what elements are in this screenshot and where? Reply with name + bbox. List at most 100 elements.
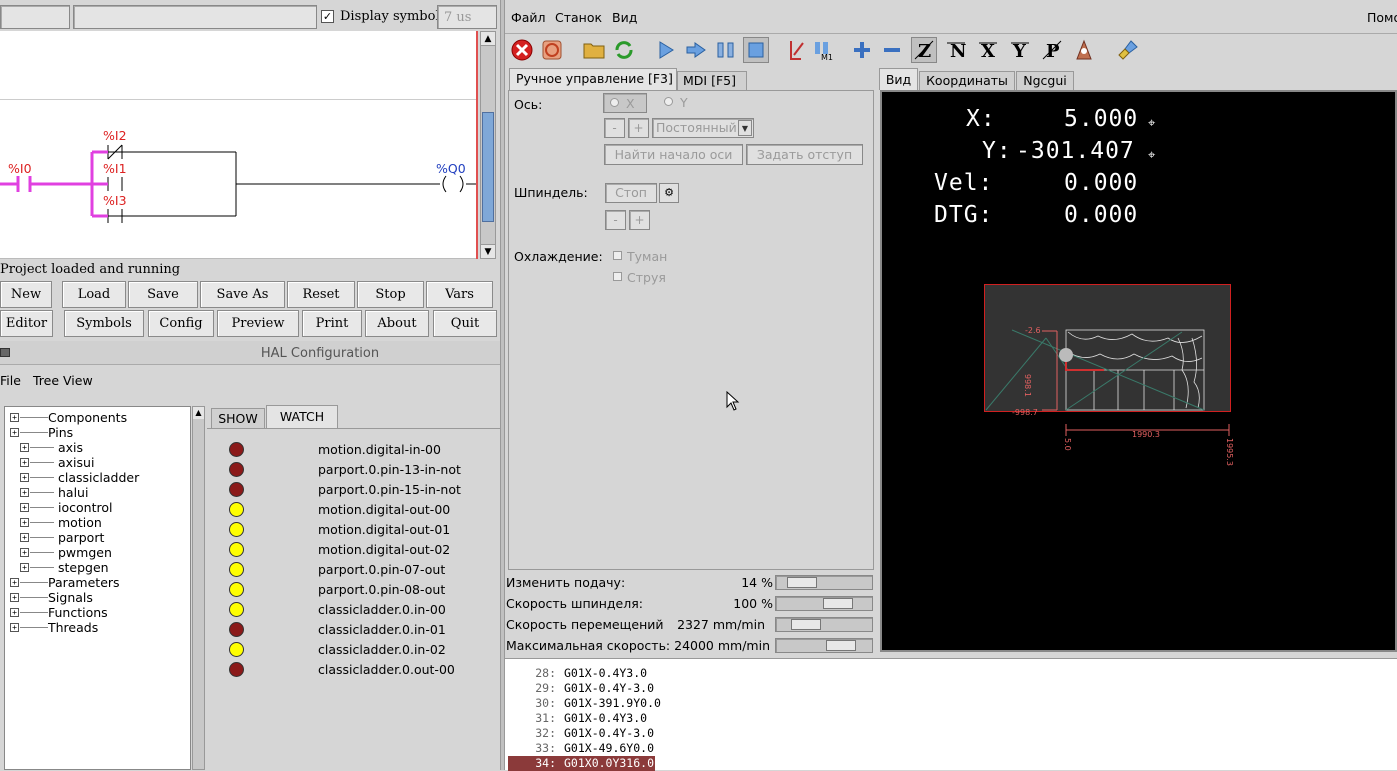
ladder-button-quit[interactable]: Quit xyxy=(433,310,497,337)
ladder-button-about[interactable]: About xyxy=(365,310,429,337)
step-icon[interactable] xyxy=(683,37,709,63)
tree-item-signals[interactable]: Signals xyxy=(48,590,93,605)
spindle-plus-button[interactable]: + xyxy=(629,210,650,230)
touch-off-button[interactable]: Задать отступ xyxy=(746,144,863,165)
scroll-up-icon[interactable]: ▲ xyxy=(481,32,495,46)
tab-preview[interactable]: Вид xyxy=(879,68,918,90)
expand-icon[interactable]: + xyxy=(10,578,19,587)
reload-icon[interactable] xyxy=(611,37,637,63)
gcode-line[interactable]: 31: G01X-0.4Y3.0 xyxy=(508,711,1397,726)
ladder-button-reset[interactable]: Reset xyxy=(287,281,355,308)
spindle-brake-icon[interactable]: ⚙ xyxy=(659,183,679,203)
run-icon[interactable] xyxy=(653,37,679,63)
axis-radio-x[interactable]: X xyxy=(603,93,647,113)
ladder-button-preview[interactable]: Preview xyxy=(217,310,299,337)
zoom-in-icon[interactable] xyxy=(849,37,875,63)
estop-icon[interactable] xyxy=(509,37,535,63)
radio-icon[interactable] xyxy=(664,97,673,106)
override-slider[interactable] xyxy=(775,638,873,653)
scroll-down-icon[interactable]: ▼ xyxy=(481,244,495,258)
expand-icon[interactable]: + xyxy=(10,608,19,617)
scroll-up-icon[interactable]: ▲ xyxy=(193,407,204,419)
slider-knob[interactable] xyxy=(791,619,821,630)
gcode-line[interactable]: 29: G01X-0.4Y-3.0 xyxy=(508,681,1397,696)
checkbox-mist[interactable] xyxy=(613,251,622,260)
tab-show[interactable]: SHOW xyxy=(211,408,265,428)
jog-minus-button[interactable]: - xyxy=(604,118,625,138)
slider-knob[interactable] xyxy=(787,577,817,588)
rotate-view-icon[interactable] xyxy=(1071,37,1097,63)
ladder-button-save-as[interactable]: Save As xyxy=(200,281,285,308)
spindle-stop-button[interactable]: Стоп xyxy=(605,183,657,203)
tree-item-stepgen[interactable]: stepgen xyxy=(58,560,109,575)
hal-tree-scrollbar[interactable]: ▲ xyxy=(192,406,205,770)
view-p-icon[interactable]: P xyxy=(1039,37,1065,63)
tab-ngcgui[interactable]: Ngcgui xyxy=(1016,71,1074,90)
tree-item-pins[interactable]: Pins xyxy=(48,425,73,440)
preview-canvas[interactable]: X: 5.000 Y: -301.407 Vel: 0.000 DTG: 0.0… xyxy=(880,90,1397,652)
menu-machine[interactable]: Станок xyxy=(555,10,602,25)
gcode-line[interactable]: 30: G01X-391.9Y0.0 xyxy=(508,696,1397,711)
expand-icon[interactable]: + xyxy=(20,443,29,452)
ladder-scrollbar[interactable]: ▲ ▼ xyxy=(480,31,496,259)
view-y-icon[interactable]: Y xyxy=(1007,37,1033,63)
ladder-canvas[interactable]: %I2 %I1 %I3 %I0 %Q0 xyxy=(0,31,478,259)
expand-icon[interactable]: + xyxy=(10,593,19,602)
tree-item-components[interactable]: Components xyxy=(48,410,127,425)
block-delete-icon[interactable] xyxy=(783,37,809,63)
ladder-button-config[interactable]: Config xyxy=(148,310,214,337)
jog-plus-button[interactable]: + xyxy=(628,118,649,138)
override-slider[interactable] xyxy=(775,617,873,632)
expand-icon[interactable]: + xyxy=(20,533,29,542)
optional-stop-icon[interactable]: M1 xyxy=(811,37,837,63)
view-x-icon[interactable]: X xyxy=(975,37,1001,63)
menu-file[interactable]: Файл xyxy=(511,10,546,25)
view-z2-icon[interactable]: N xyxy=(943,37,969,63)
power-icon[interactable] xyxy=(539,37,565,63)
scroll-thumb[interactable] xyxy=(482,112,494,222)
ladder-button-new[interactable]: New xyxy=(0,281,52,308)
ladder-button-stop[interactable]: Stop xyxy=(357,281,424,308)
ladder-field-2[interactable] xyxy=(73,5,317,29)
tab-coordinates[interactable]: Координаты xyxy=(919,71,1015,90)
pause-icon[interactable] xyxy=(713,37,739,63)
tree-item-functions[interactable]: Functions xyxy=(48,605,108,620)
jog-mode-select[interactable]: Постоянный ▼ xyxy=(652,118,754,138)
tree-item-threads[interactable]: Threads xyxy=(48,620,98,635)
tree-item-parport[interactable]: parport xyxy=(58,530,104,545)
menu-help[interactable]: Помо xyxy=(1367,10,1397,25)
expand-icon[interactable]: + xyxy=(20,563,29,572)
ladder-button-symbols[interactable]: Symbols xyxy=(64,310,144,337)
expand-icon[interactable]: + xyxy=(10,428,19,437)
expand-icon[interactable]: + xyxy=(20,488,29,497)
slider-knob[interactable] xyxy=(823,598,853,609)
open-file-icon[interactable] xyxy=(581,37,607,63)
expand-icon[interactable]: + xyxy=(20,548,29,557)
gcode-line[interactable]: 33: G01X-49.6Y0.0 xyxy=(508,741,1397,756)
expand-icon[interactable]: + xyxy=(20,473,29,482)
tree-item-parameters[interactable]: Parameters xyxy=(48,575,120,590)
display-symbols-checkbox[interactable]: ✓ xyxy=(321,10,334,23)
tab-mdi[interactable]: MDI [F5] xyxy=(677,71,747,90)
tree-item-halui[interactable]: halui xyxy=(58,485,88,500)
expand-icon[interactable]: + xyxy=(20,518,29,527)
tree-item-classicladder[interactable]: classicladder xyxy=(58,470,139,485)
expand-icon[interactable]: + xyxy=(20,503,29,512)
home-axis-button[interactable]: Найти начало оси xyxy=(604,144,743,165)
ladder-button-print[interactable]: Print xyxy=(302,310,362,337)
tree-item-axis[interactable]: axis xyxy=(58,440,83,455)
spindle-minus-button[interactable]: - xyxy=(605,210,626,230)
gcode-line[interactable]: 28: G01X-0.4Y3.0 xyxy=(508,666,1397,681)
ladder-button-save[interactable]: Save xyxy=(128,281,198,308)
checkbox-flood[interactable] xyxy=(613,272,622,281)
expand-icon[interactable]: + xyxy=(20,458,29,467)
zoom-out-icon[interactable] xyxy=(879,37,905,63)
menu-view[interactable]: Вид xyxy=(612,10,637,25)
tab-manual[interactable]: Ручное управление [F3] xyxy=(509,68,677,90)
stop-icon[interactable] xyxy=(743,37,769,63)
gcode-line[interactable]: 34: G01X0.0Y316.0 xyxy=(508,756,655,771)
tab-watch[interactable]: WATCH xyxy=(266,405,338,428)
ladder-field-1[interactable] xyxy=(0,5,70,29)
ladder-button-editor[interactable]: Editor xyxy=(0,310,53,337)
clear-plot-icon[interactable] xyxy=(1115,37,1141,63)
